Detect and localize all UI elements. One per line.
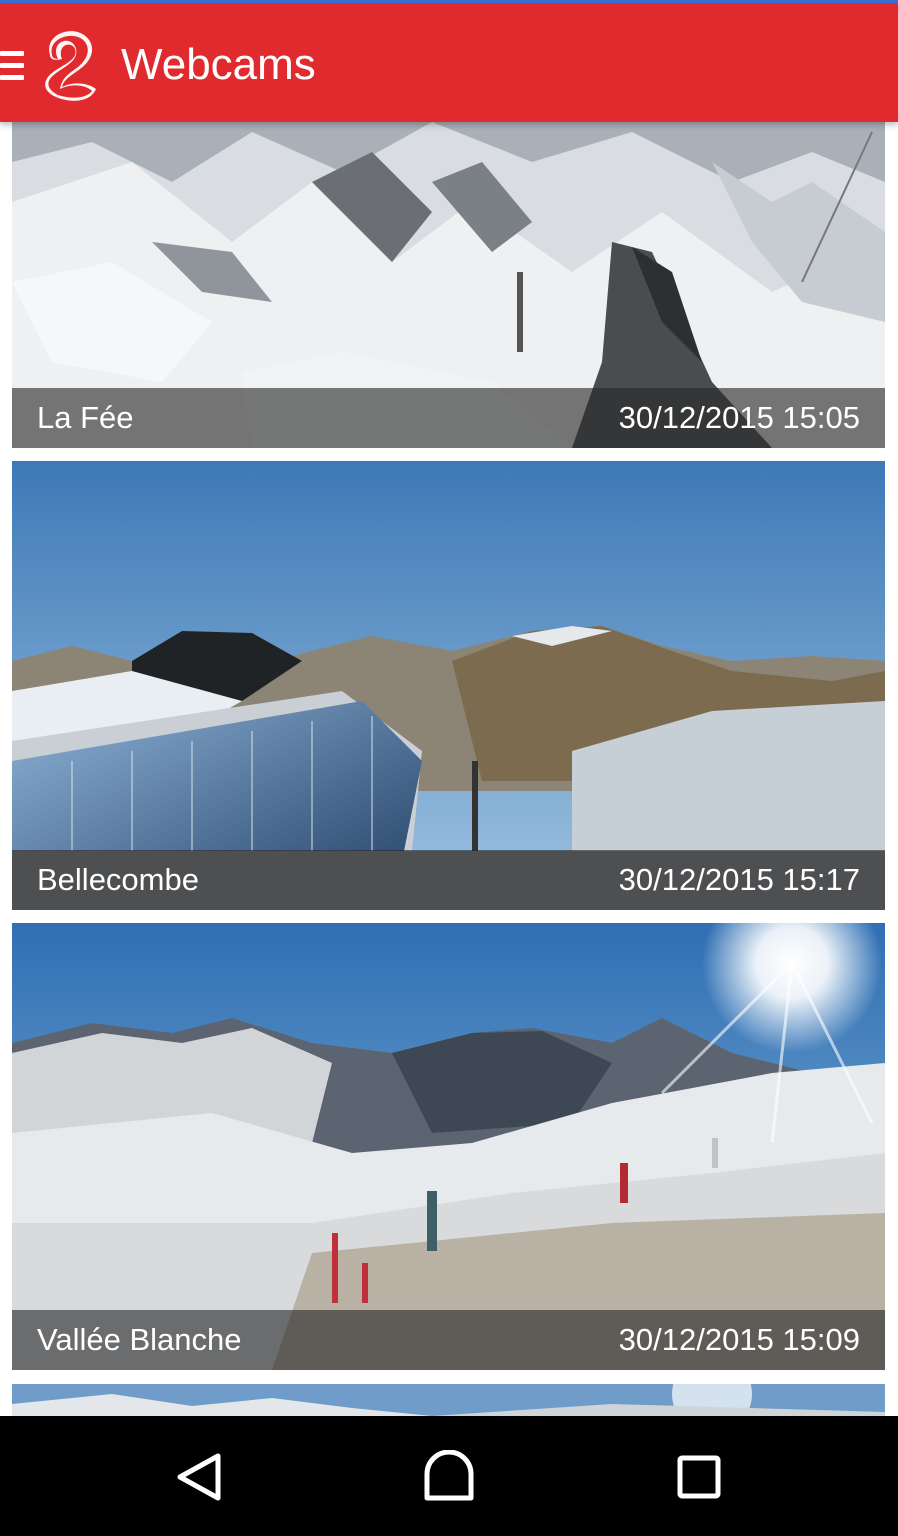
webcam-timestamp: 30/12/2015 15:05 [618, 400, 860, 435]
webcam-name: Bellecombe [37, 862, 199, 897]
resort-logo-icon[interactable] [40, 27, 102, 103]
back-triangle-icon[interactable] [172, 1450, 232, 1504]
webcams-screen: Webcams La Fée 30/12/2015 15:05 Bellecom… [0, 0, 898, 1536]
hamburger-menu-icon[interactable] [0, 47, 26, 83]
webcam-image [12, 923, 885, 1370]
webcam-card-partial[interactable] [12, 1384, 885, 1416]
webcam-card-bellecombe[interactable]: Bellecombe 30/12/2015 15:17 [12, 461, 885, 910]
webcam-image [12, 1384, 885, 1416]
home-icon[interactable] [419, 1450, 479, 1504]
app-bar: Webcams [0, 0, 898, 122]
webcam-card-vallee-blanche[interactable]: Vallée Blanche 30/12/2015 15:09 [12, 923, 885, 1370]
webcam-caption: Vallée Blanche 30/12/2015 15:09 [12, 1310, 885, 1370]
page-title: Webcams [121, 40, 316, 89]
webcam-name: Vallée Blanche [37, 1322, 242, 1357]
system-nav-bar [0, 1416, 898, 1536]
webcam-caption: La Fée 30/12/2015 15:05 [12, 388, 885, 448]
webcam-name: La Fée [37, 400, 134, 435]
webcam-image [12, 461, 885, 910]
recents-square-icon[interactable] [668, 1450, 728, 1504]
webcam-caption: Bellecombe 30/12/2015 15:17 [12, 850, 885, 910]
webcam-card-la-fee[interactable]: La Fée 30/12/2015 15:05 [12, 122, 885, 448]
webcam-timestamp: 30/12/2015 15:09 [618, 1322, 860, 1357]
webcam-timestamp: 30/12/2015 15:17 [618, 862, 860, 897]
